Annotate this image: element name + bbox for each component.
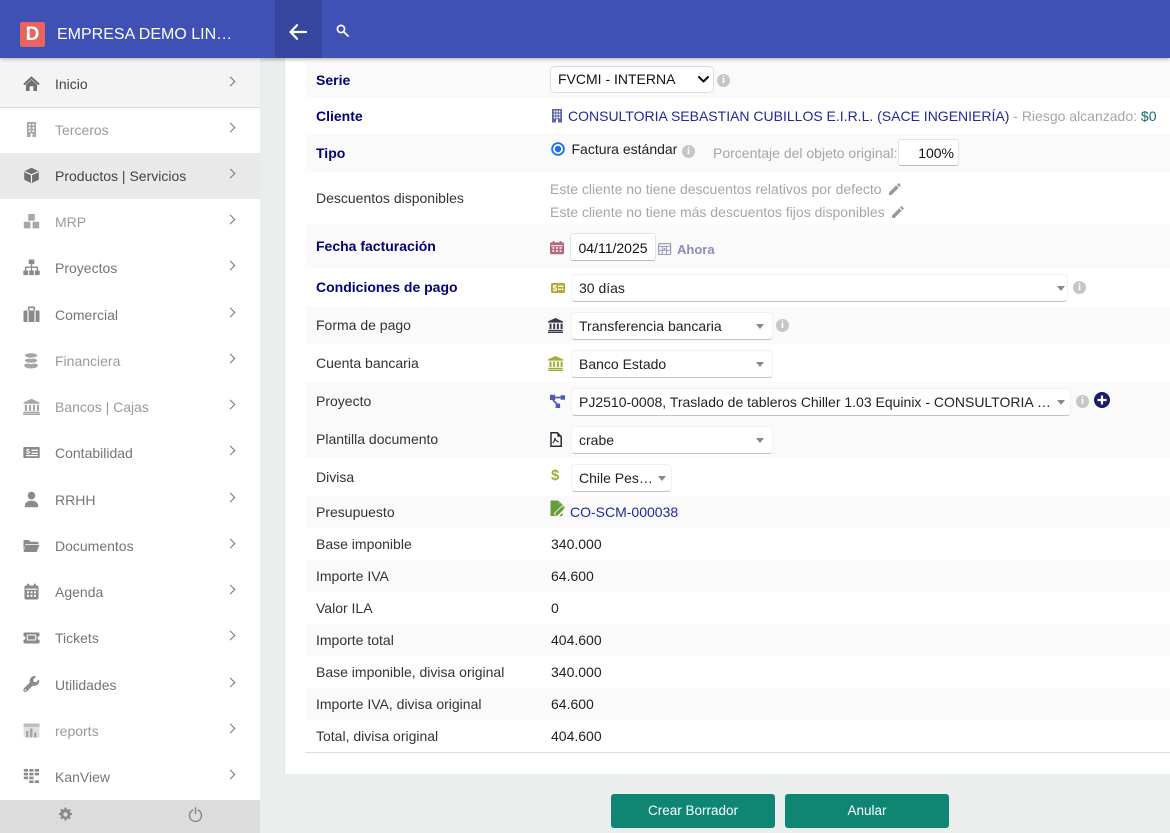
svg-text:$: $	[26, 449, 30, 456]
svg-text:$: $	[552, 284, 557, 293]
